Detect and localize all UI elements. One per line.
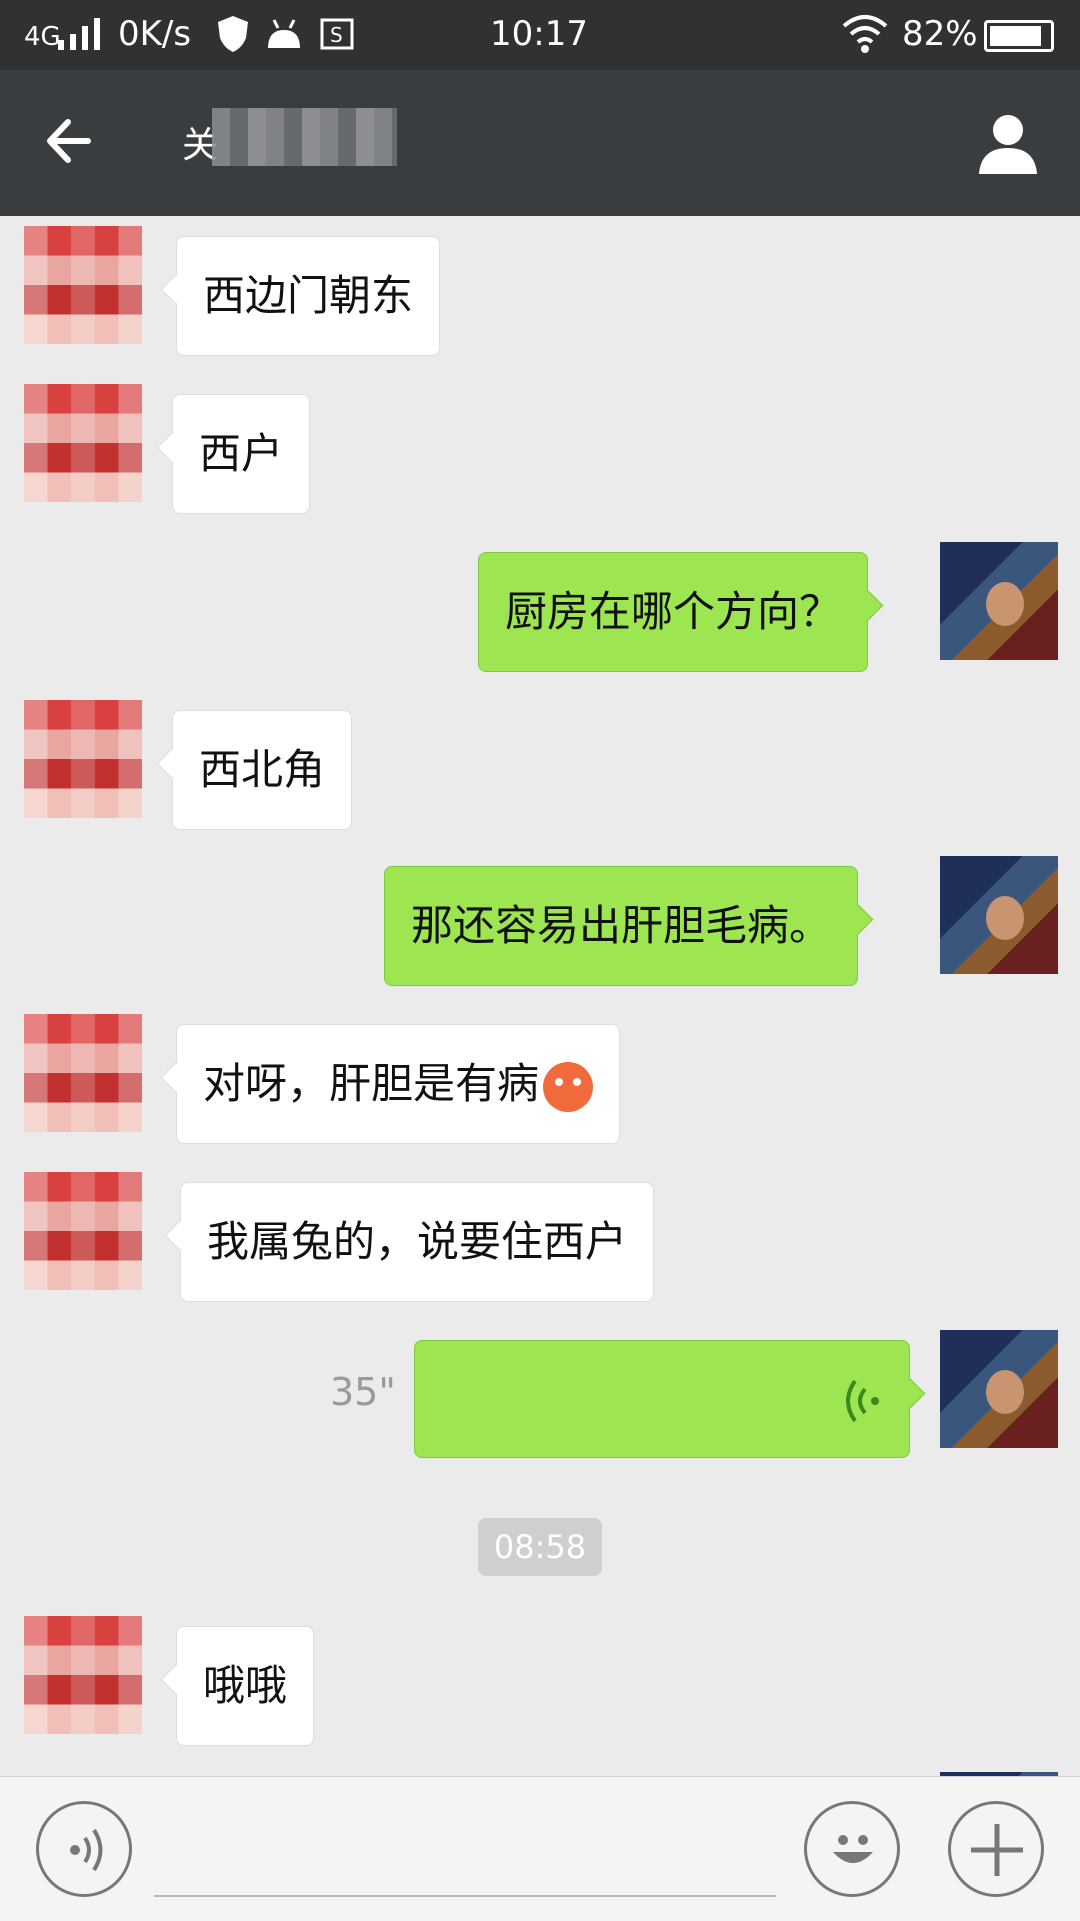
user-avatar[interactable] bbox=[940, 542, 1058, 660]
clock: 10:17 bbox=[490, 14, 588, 54]
message-bubble[interactable]: 对呀，肝胆是有病 bbox=[176, 1024, 621, 1144]
voice-message-bubble[interactable] bbox=[414, 1340, 910, 1458]
contact-avatar[interactable] bbox=[24, 226, 142, 344]
message-input[interactable] bbox=[154, 1895, 776, 1897]
user-avatar[interactable] bbox=[940, 1330, 1058, 1448]
message-bubble[interactable]: 西户 bbox=[172, 394, 311, 514]
message-bubble[interactable]: 西边门朝东 bbox=[176, 236, 441, 356]
message-row: 厨房在哪个方向？ bbox=[0, 542, 1080, 672]
contact-avatar[interactable] bbox=[24, 384, 142, 502]
chat-title-area: 关 bbox=[182, 108, 397, 166]
chat-area[interactable]: 西边门朝东 西户 厨房在哪个方向？ 西北角 那还容易出肝胆毛病。 对呀，肝胆是有… bbox=[0, 216, 1080, 1776]
voice-wave-icon bbox=[846, 1379, 879, 1423]
signal-icon bbox=[58, 18, 100, 50]
contact-avatar[interactable] bbox=[24, 700, 142, 818]
android-icon bbox=[268, 19, 300, 48]
nav-bar: 关 bbox=[0, 70, 1080, 216]
battery-icon bbox=[984, 20, 1054, 52]
person-icon[interactable] bbox=[975, 110, 1041, 176]
blurred-name bbox=[212, 108, 397, 166]
message-row: 35" bbox=[0, 1330, 1080, 1458]
message-text: 对呀，肝胆是有病 bbox=[203, 1059, 540, 1108]
message-bubble[interactable]: 西北角 bbox=[172, 710, 353, 830]
contact-avatar[interactable] bbox=[24, 1616, 142, 1734]
network-type: 4G bbox=[24, 22, 61, 52]
voice-mode-icon[interactable] bbox=[36, 1801, 132, 1897]
message-bubble[interactable]: 厨房在哪个方向？ bbox=[478, 552, 869, 672]
svg-text:S: S bbox=[330, 23, 343, 47]
message-bubble[interactable]: 我属兔的，说要住西户 bbox=[180, 1182, 655, 1302]
user-avatar[interactable] bbox=[940, 856, 1058, 974]
net-speed: 0K/s bbox=[118, 14, 192, 54]
voice-duration: 35" bbox=[330, 1370, 396, 1414]
input-bar bbox=[0, 1776, 1080, 1921]
contact-avatar[interactable] bbox=[24, 1172, 142, 1290]
message-row: 那还容易出肝胆毛病。 bbox=[0, 856, 1080, 986]
battery-percent: 82% bbox=[902, 14, 978, 54]
back-arrow-icon[interactable] bbox=[42, 116, 92, 166]
contact-avatar[interactable] bbox=[24, 1014, 142, 1132]
time-divider: 08:58 bbox=[478, 1518, 602, 1576]
wifi-icon bbox=[842, 15, 888, 53]
message-bubble[interactable]: 那还容易出肝胆毛病。 bbox=[384, 866, 859, 986]
message-bubble[interactable]: 哦哦 bbox=[176, 1626, 315, 1746]
plus-icon[interactable] bbox=[948, 1801, 1044, 1897]
shield-icon bbox=[218, 16, 248, 52]
screenshot-icon: S bbox=[320, 18, 354, 50]
flushed-face-icon bbox=[543, 1061, 594, 1112]
status-bar: 4G 0K/s S 10:17 82% bbox=[0, 0, 1080, 70]
emoji-icon[interactable] bbox=[804, 1801, 900, 1897]
